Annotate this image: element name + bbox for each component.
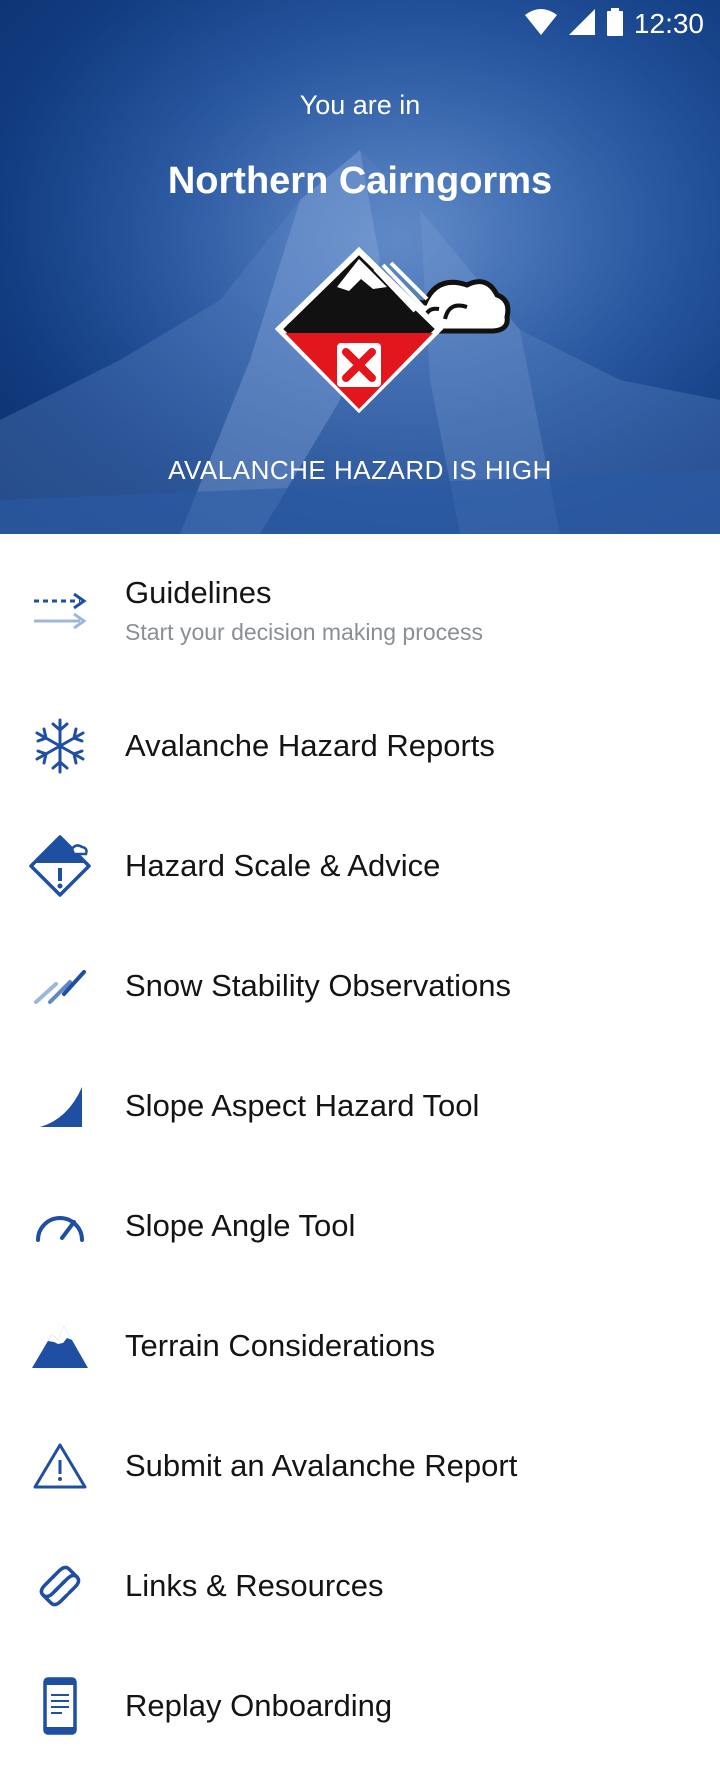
menu-item-slope-aspect[interactable]: Slope Aspect Hazard Tool [0,1046,720,1166]
avalanche-hazard-high-icon [275,246,511,414]
menu-item-label: Replay Onboarding [125,1688,393,1723]
snow-stability-icon [28,954,92,1018]
menu-item-guidelines[interactable]: Guidelines Start your decision making pr… [0,534,720,686]
menu-item-submit-report[interactable]: Submit an Avalanche Report [0,1406,720,1526]
menu-item-label: Avalanche Hazard Reports [125,728,495,763]
menu-item-subtitle: Start your decision making process [125,618,483,645]
slope-aspect-icon [28,1074,92,1138]
menu-item-label: Guidelines [125,574,272,610]
menu-item-label: Snow Stability Observations [125,968,511,1003]
menu-item-hazard-scale[interactable]: Hazard Scale & Advice [0,806,720,926]
menu-item-snow-stability[interactable]: Snow Stability Observations [0,926,720,1046]
hazard-scale-icon [28,834,92,898]
menu-item-label: Submit an Avalanche Report [125,1448,518,1483]
snowflake-icon [28,714,92,778]
menu-item-label: Links & Resources [125,1568,384,1603]
status-bar: 12:30 [0,0,720,48]
signal-icon [568,8,596,41]
guidelines-arrows-icon [28,578,92,642]
hazard-level-text: AVALANCHE HAZARD IS HIGH [168,455,552,485]
mountain-icon [28,1314,92,1378]
status-time: 12:30 [633,8,704,39]
menu-item-avalanche-hazard-reports[interactable]: Avalanche Hazard Reports [0,686,720,806]
main-menu: Guidelines Start your decision making pr… [0,534,720,1766]
menu-item-label: Slope Angle Tool [125,1208,356,1243]
location-prefix: You are in [299,90,421,120]
link-icon [28,1554,92,1618]
menu-item-links[interactable]: Links & Resources [0,1526,720,1646]
wifi-icon [524,8,558,41]
battery-icon [606,7,624,41]
menu-item-label: Hazard Scale & Advice [125,848,441,883]
region-name[interactable]: Northern Cairngorms [0,160,720,203]
guidelines-text: Guidelines Start your decision making pr… [125,575,483,646]
phone-document-icon [28,1674,92,1738]
menu-item-replay-onboarding[interactable]: Replay Onboarding [0,1646,720,1766]
hero-banner: 12:30 You are in Northern Cairngorms AVA… [0,0,720,534]
menu-item-label: Slope Aspect Hazard Tool [125,1088,480,1123]
slope-angle-gauge-icon [28,1194,92,1258]
menu-item-slope-angle[interactable]: Slope Angle Tool [0,1166,720,1286]
menu-item-terrain[interactable]: Terrain Considerations [0,1286,720,1406]
warning-triangle-icon [28,1434,92,1498]
menu-item-label: Terrain Considerations [125,1328,436,1363]
